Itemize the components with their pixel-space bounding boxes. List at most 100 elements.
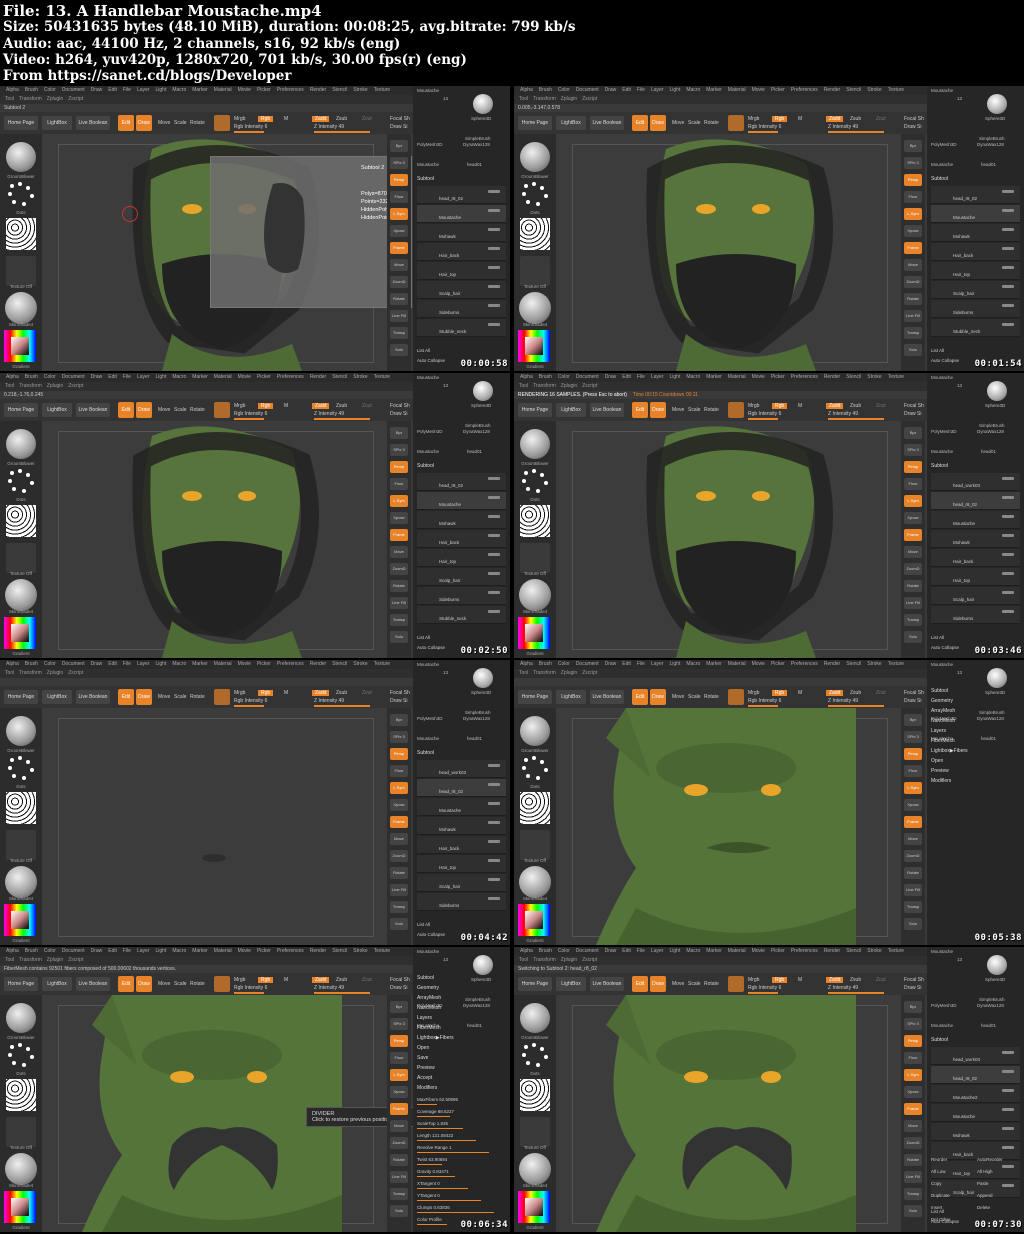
menu-macro[interactable]: Macro — [686, 948, 700, 954]
zadd-button[interactable]: Zadd — [826, 116, 844, 122]
subtool-item[interactable]: Hair_back — [931, 549, 1020, 567]
subtool-item[interactable]: Hair_back — [417, 530, 506, 548]
menu-zscript[interactable]: Zscript — [68, 957, 83, 963]
menu-preferences[interactable]: Preferences — [277, 661, 304, 667]
menu-material[interactable]: Material — [214, 87, 232, 93]
focal-shift-slider[interactable]: Focal Sh — [904, 977, 924, 983]
menu-draw[interactable]: Draw — [91, 661, 103, 667]
draw-size-slider[interactable]: Draw Si — [390, 411, 408, 417]
z-intensity-slider[interactable]: Z Intensity 49 — [828, 124, 858, 130]
tool-menu-item[interactable]: Open — [931, 758, 943, 764]
shelf-solo[interactable]: Solo — [390, 918, 408, 930]
menu-document[interactable]: Document — [62, 948, 85, 954]
texture-icon[interactable] — [6, 830, 36, 860]
menu-macro[interactable]: Macro — [686, 374, 700, 380]
rgb-button[interactable]: Rgb — [772, 403, 788, 409]
menu-color[interactable]: Color — [558, 374, 570, 380]
menu-picker[interactable]: Picker — [771, 948, 785, 954]
draw-size-slider[interactable]: Draw Si — [390, 985, 408, 991]
menu-document[interactable]: Document — [62, 661, 85, 667]
zsub-button[interactable]: Zsub — [850, 403, 861, 409]
shelf-floor[interactable]: Floor — [390, 478, 408, 490]
subtool-visibility-toggle[interactable] — [1002, 247, 1014, 250]
menu-edit[interactable]: Edit — [622, 374, 631, 380]
edit-button[interactable]: Edit — [118, 689, 134, 705]
menu-edit[interactable]: Edit — [622, 87, 631, 93]
menu-edit[interactable]: Edit — [108, 948, 117, 954]
menu-tool[interactable]: Tool — [519, 957, 528, 963]
subtool-visibility-toggle[interactable] — [488, 859, 500, 862]
menu-picker[interactable]: Picker — [257, 661, 271, 667]
draw-button[interactable]: Draw — [136, 115, 152, 131]
alpha-icon[interactable] — [520, 505, 550, 537]
menu-stencil[interactable]: Stencil — [846, 661, 861, 667]
menu-alpha[interactable]: Alpha — [6, 948, 19, 954]
zadd-button[interactable]: Zadd — [826, 977, 844, 983]
fiber-slider[interactable]: Twist 63.90694 — [417, 1157, 506, 1165]
edit-button[interactable]: Edit — [118, 976, 134, 992]
menu-file[interactable]: File — [123, 87, 131, 93]
menu-material[interactable]: Material — [214, 374, 232, 380]
menu-color[interactable]: Color — [44, 948, 56, 954]
menu-alpha[interactable]: Alpha — [6, 87, 19, 93]
menu-texture[interactable]: Texture — [888, 948, 904, 954]
m-button[interactable]: M — [284, 403, 288, 409]
shelf-bpr[interactable]: Bpr — [390, 1001, 408, 1013]
menu-texture[interactable]: Texture — [888, 87, 904, 93]
color-picker[interactable] — [518, 1191, 550, 1223]
menu-color[interactable]: Color — [558, 948, 570, 954]
subtool-item[interactable]: Scalp_hair — [931, 587, 1020, 605]
menu-layer[interactable]: Layer — [137, 948, 150, 954]
tool-menu-item[interactable]: NanoMesh — [417, 1005, 441, 1011]
menu-material[interactable]: Material — [728, 87, 746, 93]
subtool-item[interactable]: Hair_top — [417, 262, 506, 280]
edit-button[interactable]: Edit — [632, 976, 648, 992]
menu-zplugin[interactable]: Zplugin — [47, 670, 63, 676]
menu-edit[interactable]: Edit — [108, 661, 117, 667]
material-icon[interactable] — [5, 866, 37, 898]
shelf-frame[interactable]: Frame — [390, 529, 408, 541]
shelf-line-fill[interactable]: Line Fill — [390, 597, 408, 609]
home-page-button[interactable]: Home Page — [4, 977, 38, 991]
subtool-visibility-toggle[interactable] — [488, 821, 500, 824]
subtool-visibility-toggle[interactable] — [488, 764, 500, 767]
menu-brush[interactable]: Brush — [25, 87, 38, 93]
subtool-visibility-toggle[interactable] — [488, 477, 500, 480]
auto-collapse-button[interactable]: Auto Collapse — [417, 932, 445, 937]
material-sphere-button[interactable] — [214, 976, 230, 992]
menu-preferences[interactable]: Preferences — [791, 87, 818, 93]
menu-transform[interactable]: Transform — [19, 383, 42, 389]
live-boolean-button[interactable]: Live Boolean — [76, 116, 110, 130]
menu-document[interactable]: Document — [62, 374, 85, 380]
shelf-rotate[interactable]: Rotate — [904, 1154, 922, 1166]
alpha-icon[interactable] — [520, 792, 550, 824]
shelf-spix-3[interactable]: SPix 3 — [390, 1018, 408, 1030]
viewport[interactable] — [556, 708, 901, 945]
menu-brush[interactable]: Brush — [539, 87, 552, 93]
menu-material[interactable]: Material — [728, 948, 746, 954]
menu-movie[interactable]: Movie — [238, 661, 251, 667]
subtool-item[interactable]: Stubble_neck — [417, 606, 506, 624]
menu-stroke[interactable]: Stroke — [353, 948, 367, 954]
shelf-persp[interactable]: Persp — [904, 1035, 922, 1047]
menu-light[interactable]: Light — [155, 87, 166, 93]
draw-size-slider[interactable]: Draw Si — [904, 698, 922, 704]
move-button[interactable]: Move — [672, 981, 684, 987]
alpha-icon[interactable] — [6, 218, 36, 250]
scale-button[interactable]: Scale — [688, 981, 701, 987]
menu-zplugin[interactable]: Zplugin — [561, 957, 577, 963]
menu-picker[interactable]: Picker — [771, 661, 785, 667]
subtool-visibility-toggle[interactable] — [1002, 1108, 1014, 1111]
menu-stencil[interactable]: Stencil — [332, 374, 347, 380]
tool-menu-item[interactable]: Lightbox▶Fibers — [417, 1035, 454, 1041]
tool-menu-item[interactable]: FiberMesh — [417, 1025, 441, 1031]
menu-preferences[interactable]: Preferences — [791, 374, 818, 380]
menu-tool[interactable]: Tool — [519, 96, 528, 102]
subtool-item[interactable]: Hair_back — [931, 243, 1020, 261]
shelf-floor[interactable]: Floor — [904, 478, 922, 490]
auto-collapse-button[interactable]: Auto Collapse — [417, 358, 445, 363]
m-button[interactable]: M — [798, 116, 802, 122]
menu-tool[interactable]: Tool — [5, 383, 14, 389]
move-button[interactable]: Move — [672, 694, 684, 700]
mrgb-button[interactable]: Mrgb — [234, 690, 245, 696]
